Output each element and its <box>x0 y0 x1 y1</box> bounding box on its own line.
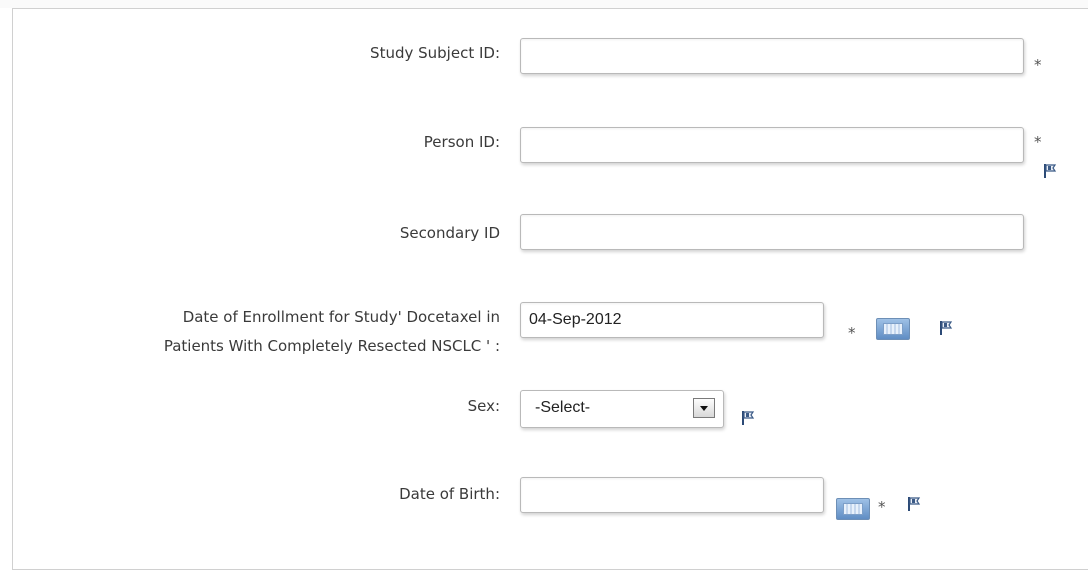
enrollment-date-label-line2: Patients With Completely Resected NSCLC … <box>163 337 500 355</box>
date-of-birth-input[interactable] <box>520 477 824 513</box>
chevron-down-icon[interactable] <box>693 398 715 418</box>
secondary-id-label: Secondary ID <box>399 224 500 242</box>
required-marker: * <box>1034 56 1042 74</box>
sex-label: Sex: <box>467 397 500 415</box>
study-subject-id-label: Study Subject ID: <box>370 44 500 62</box>
flag-icon[interactable] <box>740 410 756 426</box>
calendar-icon[interactable] <box>836 498 870 520</box>
secondary-id-input[interactable] <box>520 214 1024 250</box>
calendar-icon[interactable] <box>876 318 910 340</box>
required-marker: * <box>848 324 856 342</box>
flag-icon[interactable] <box>906 496 922 512</box>
flag-icon[interactable] <box>938 320 954 336</box>
person-id-input[interactable] <box>520 127 1024 163</box>
required-marker: * <box>878 498 886 516</box>
flag-icon[interactable] <box>1042 163 1058 179</box>
sex-selected-value: -Select- <box>535 399 591 416</box>
enrollment-date-label-line1: Date of Enrollment for Study' Docetaxel … <box>182 308 500 326</box>
sex-select[interactable]: -Select- <box>520 390 724 428</box>
top-strip <box>0 0 1088 8</box>
enrollment-date-input[interactable]: 04-Sep-2012 <box>520 302 824 338</box>
required-marker: * <box>1034 133 1042 151</box>
study-subject-id-input[interactable] <box>520 38 1024 74</box>
date-of-birth-label: Date of Birth: <box>399 485 500 503</box>
person-id-label: Person ID: <box>423 133 500 151</box>
